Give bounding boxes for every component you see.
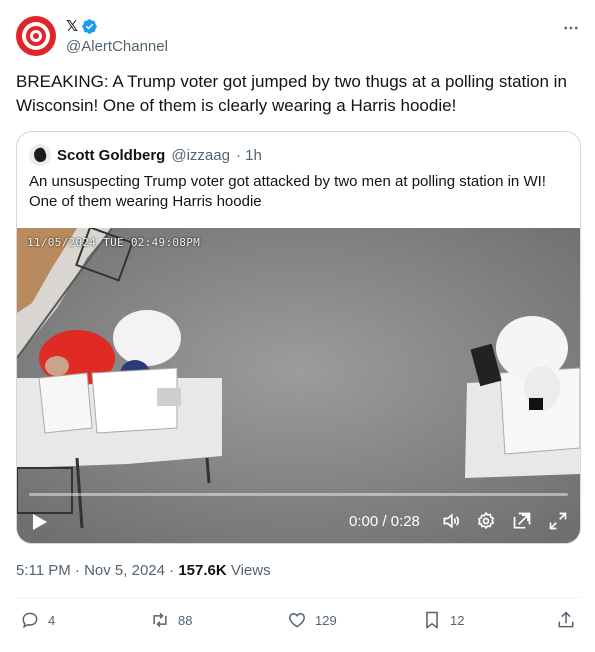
video-frame	[17, 228, 580, 543]
quoted-author-name: Scott Goldberg	[57, 146, 166, 164]
more-options-icon[interactable]	[561, 18, 581, 38]
reply-count: 4	[48, 612, 56, 628]
author-name-row: 𝕏	[66, 17, 98, 35]
quoted-post-time: · 1h	[235, 146, 262, 164]
post-text: BREAKING: A Trump voter got jumped by tw…	[16, 72, 567, 115]
author-handle[interactable]: @AlertChannel	[66, 38, 168, 55]
quoted-post-header: Scott Goldberg @izzaag · 1h	[29, 144, 262, 166]
repost-button[interactable]: 88	[150, 610, 192, 630]
video-overlay-timestamp: 11/05/2024 TUE 02:49:08PM	[27, 236, 201, 249]
author-display-name[interactable]: 𝕏	[66, 17, 78, 35]
video-time-display: 0:00 / 0:28	[349, 513, 420, 530]
post-header: 𝕏 @AlertChannel	[16, 16, 581, 60]
pop-out-icon[interactable]	[512, 511, 532, 531]
author-avatar[interactable]	[16, 16, 56, 56]
verified-badge-icon	[82, 18, 97, 34]
quoted-author-handle: @izzaag	[171, 146, 230, 164]
fullscreen-icon[interactable]	[548, 511, 568, 531]
reply-button[interactable]: 4	[20, 610, 55, 630]
video-player[interactable]: 11/05/2024 TUE 02:49:08PM 0:00 / 0:28	[17, 228, 580, 543]
share-icon	[558, 611, 574, 628]
video-progress-bar[interactable]	[29, 493, 568, 496]
share-button[interactable]	[556, 610, 576, 630]
quoted-post-text: An unsuspecting Trump voter got attacked…	[29, 173, 546, 210]
volume-icon[interactable]	[441, 511, 461, 531]
repost-count: 88	[178, 612, 193, 628]
bookmark-button[interactable]: 12	[422, 610, 464, 630]
bookmark-count: 12	[450, 612, 465, 628]
heart-icon	[289, 612, 305, 628]
action-bar: 4 88 129 12	[16, 610, 581, 634]
quoted-author-avatar	[29, 144, 51, 166]
views-count: 157.6K	[178, 562, 227, 579]
reply-icon	[22, 612, 38, 629]
bookmark-icon	[426, 611, 438, 629]
divider	[16, 597, 581, 598]
play-icon[interactable]	[31, 512, 49, 532]
like-button[interactable]: 129	[287, 610, 337, 630]
post-timestamp[interactable]: 5:11 PM · Nov 5, 2024 ·	[16, 562, 174, 579]
views-label: Views	[230, 562, 271, 579]
video-controls: 0:00 / 0:28	[17, 504, 580, 540]
quoted-post[interactable]: Scott Goldberg @izzaag · 1h An unsuspect…	[16, 131, 581, 544]
like-count: 129	[315, 612, 337, 628]
repost-icon	[153, 612, 167, 628]
settings-gear-icon[interactable]	[476, 511, 496, 531]
post-metadata: 5:11 PM · Nov 5, 2024 · 157.6K Views	[16, 562, 271, 579]
